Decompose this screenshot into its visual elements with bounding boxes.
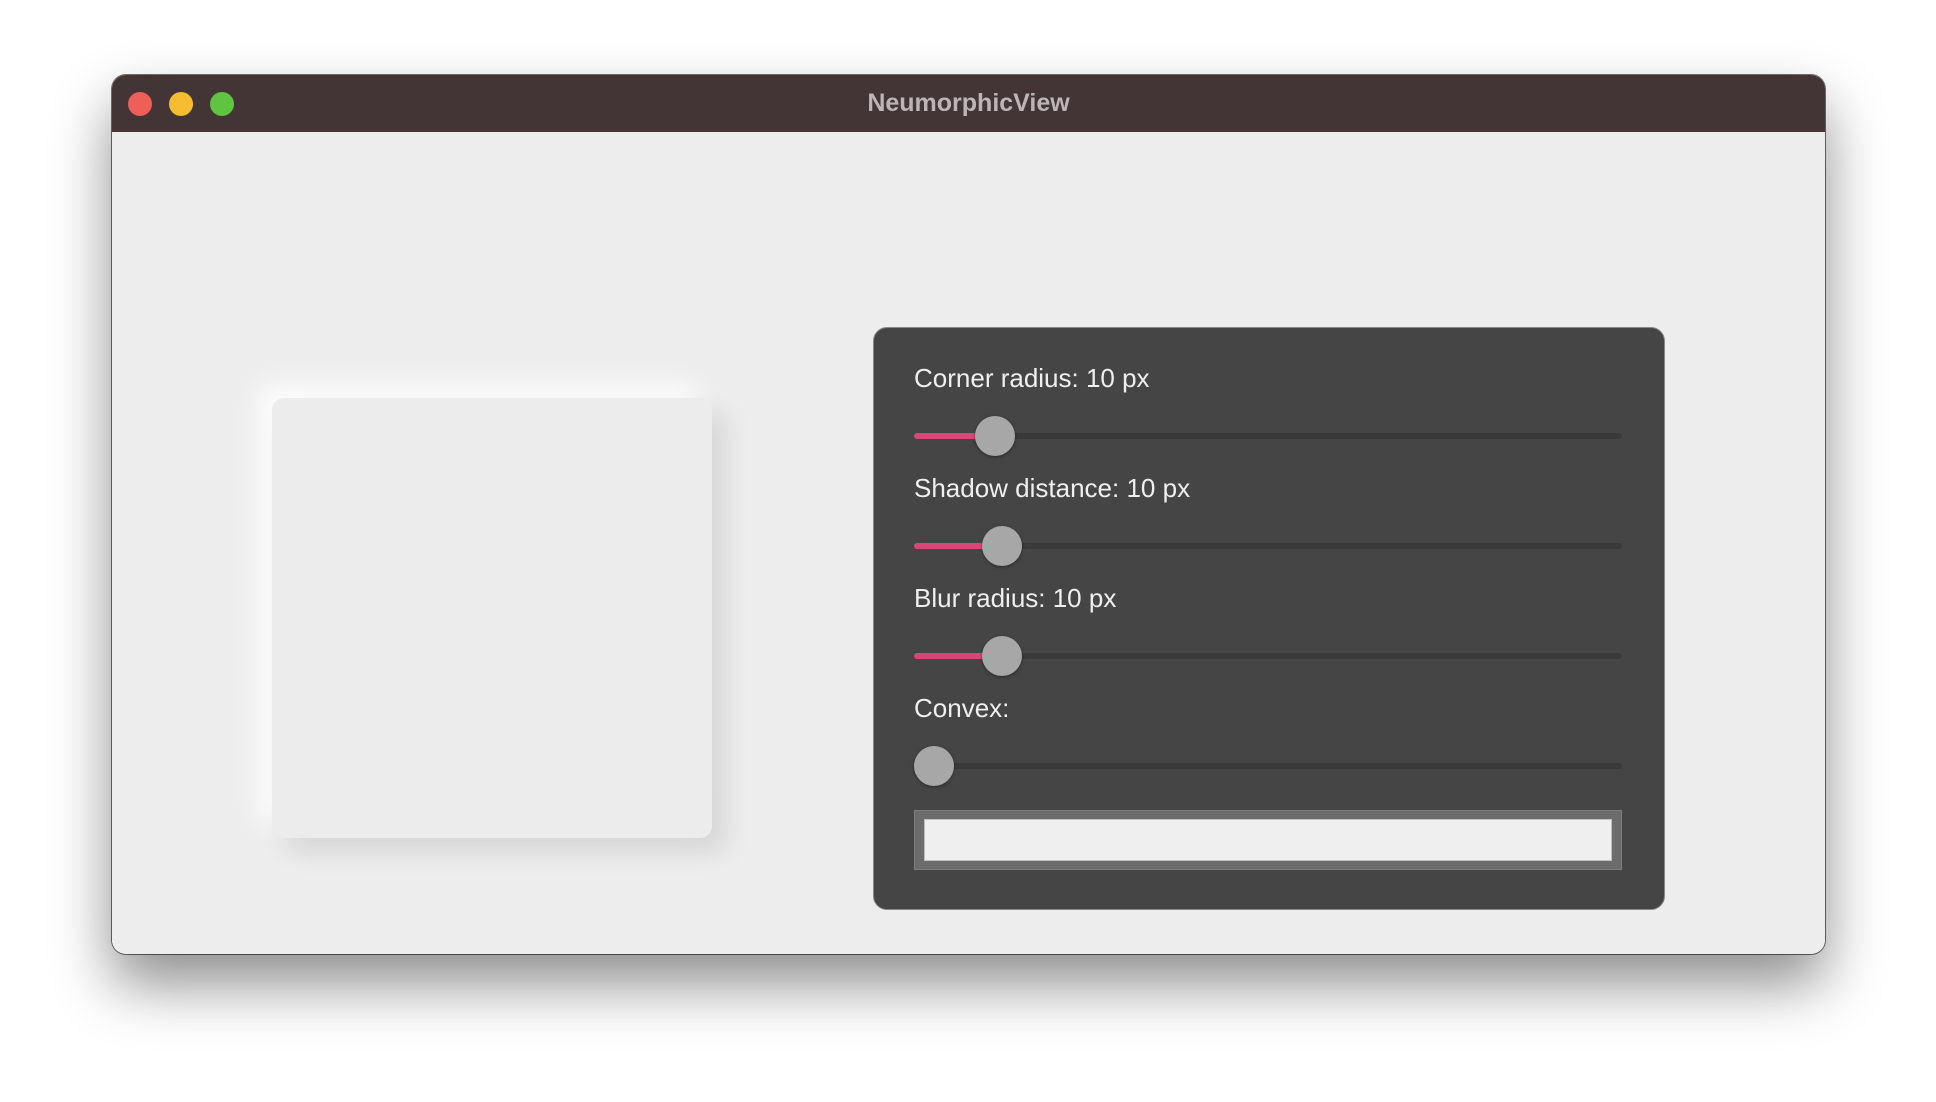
blur-radius-label: Blur radius: 10 px [914,583,1117,613]
slider-thumb[interactable] [974,416,1015,456]
convex-label: Convex: [914,693,1010,723]
color-well[interactable] [914,810,1622,870]
corner-radius-label: Corner radius: 10 px [914,363,1150,393]
slider-thumb[interactable] [981,636,1022,676]
slider-thumb[interactable] [981,526,1022,566]
title-bar[interactable]: NeumorphicView [112,75,1825,132]
convex-slider[interactable] [913,746,1622,786]
app-window: NeumorphicView Corner radius: 10 px Shad… [112,75,1825,954]
corner-radius-slider[interactable] [914,416,1622,456]
color-swatch [924,819,1612,861]
slider-track [914,433,1622,439]
window-content: Corner radius: 10 px Shadow distance: 10… [112,132,1825,954]
blur-radius-slider[interactable] [914,636,1622,676]
slider-thumb[interactable] [913,746,954,786]
neumorphic-preview [272,398,712,838]
settings-panel: Corner radius: 10 px Shadow distance: 10… [873,327,1665,910]
slider-track [914,763,1622,769]
window-title: NeumorphicView [867,89,1070,117]
shadow-distance-slider[interactable] [914,526,1622,566]
shadow-distance-label: Shadow distance: 10 px [914,473,1191,503]
